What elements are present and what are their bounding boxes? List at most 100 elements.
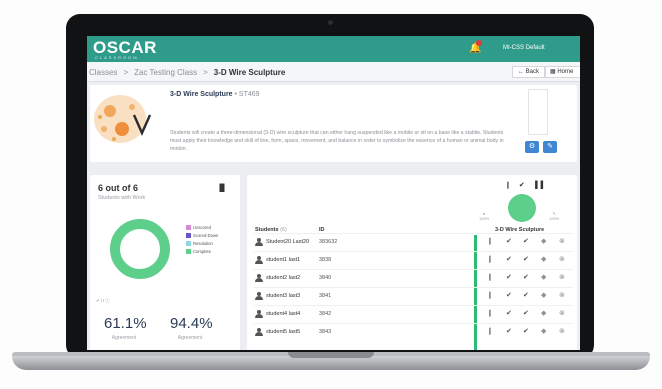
legend-item: Unscored [186, 223, 218, 231]
check-icon[interactable]: ✔ [519, 182, 528, 189]
stats-footer-note: ✔ i t ⓘ [96, 298, 110, 303]
assignment-description: Students will create a three-dimensional… [170, 130, 504, 152]
double-check-icon[interactable]: ✔ [523, 291, 529, 299]
shield-icon[interactable]: ◆ [541, 237, 546, 245]
students-table-card: ❙ ✔ ▐▌ ● 100% ✎ 100% Students (6) ID 3-D W… [247, 175, 577, 350]
mini-stat-right: ✎ 100% [549, 211, 559, 221]
preview-box [528, 89, 548, 135]
close-circle-icon[interactable]: ⊗ [559, 309, 565, 317]
student-id: 3842 [319, 311, 332, 317]
file-icon[interactable]: ❙ [505, 182, 514, 189]
legend-label: Complete [193, 248, 211, 254]
check-icon[interactable]: ✔ [506, 327, 512, 335]
check-icon[interactable]: ✔ [506, 309, 512, 317]
shield-icon[interactable]: ◆ [541, 273, 546, 281]
bar-chart-icon[interactable]: ▐▌ [217, 185, 227, 192]
agreement-percent-2: 94.4% [170, 315, 213, 332]
document-icon[interactable]: ❙ [487, 255, 493, 263]
user-menu[interactable]: MI-CSS Default [503, 45, 545, 51]
double-check-icon[interactable]: ✔ [523, 255, 529, 263]
check-icon[interactable]: ✔ [506, 237, 512, 245]
status-donut-chart [110, 219, 170, 279]
app-logo[interactable]: OSCAR [93, 39, 157, 56]
mini-stat-left: ● 100% [479, 211, 489, 221]
student-name[interactable]: student3 last3 [266, 293, 300, 300]
laptop-frame: OSCAR CLASSROOM 🔔 MI-CSS Default Classes… [0, 0, 662, 389]
document-icon[interactable]: ❙ [487, 309, 493, 317]
home-button[interactable]: ▦ Home [545, 66, 580, 78]
document-icon[interactable]: ❙ [487, 291, 493, 299]
mini-stat-left-value: 100% [479, 216, 490, 221]
students-count: 6 out of 6 [98, 183, 138, 193]
assignment-title-text: 3-D Wire Sculpture [170, 91, 233, 98]
legend-label: Scored-Down [193, 232, 219, 238]
close-circle-icon[interactable]: ⊗ [559, 327, 565, 335]
double-check-icon[interactable]: ✔ [523, 237, 529, 245]
legend-item: Resolution [186, 239, 218, 247]
shield-icon[interactable]: ◆ [541, 327, 546, 335]
breadcrumb-classes[interactable]: Classes [89, 68, 117, 77]
shield-icon[interactable]: ◆ [541, 309, 546, 317]
document-icon[interactable]: ❙ [487, 273, 493, 281]
student-name[interactable]: student5 last5 [266, 329, 300, 336]
close-circle-icon[interactable]: ⊗ [559, 237, 565, 245]
student-name[interactable]: student1 last1 [266, 257, 300, 264]
close-circle-icon[interactable]: ⊗ [559, 291, 565, 299]
student-id: 383632 [319, 239, 338, 245]
legend-swatch [186, 224, 191, 230]
double-check-icon[interactable]: ✔ [523, 273, 529, 281]
student-id: 3840 [319, 275, 332, 281]
app-logo-subtitle: CLASSROOM [95, 55, 139, 60]
document-icon[interactable]: ❙ [487, 327, 493, 335]
legend-swatch [186, 248, 191, 254]
student-name[interactable]: student2 last2 [266, 275, 300, 282]
table-view-icons[interactable]: ❙ ✔ ▐▌ [505, 181, 549, 189]
breadcrumb-class[interactable]: Zac Testing Class [134, 68, 197, 77]
breadcrumb: Classes > Zac Testing Class >3-D Wire Sculp… [89, 68, 286, 77]
table-row[interactable]: student1 last1 3838 ❙ ✔ ✔ ◆ ⊗ [253, 251, 573, 269]
notification-badge [476, 40, 482, 46]
pie-complete-slice [508, 194, 536, 222]
double-check-icon[interactable]: ✔ [523, 309, 529, 317]
legend-item: Complete [186, 247, 218, 255]
student-id: 3838 [319, 257, 332, 263]
chart-icon[interactable]: ▐▌ [533, 182, 549, 189]
students-with-work-label: Students with Work [98, 195, 146, 201]
link-button[interactable]: ⚙ [525, 141, 539, 153]
laptop-base [12, 356, 650, 370]
user-icon [255, 328, 263, 337]
assignment-thumbnail [94, 95, 152, 143]
close-circle-icon[interactable]: ⊗ [559, 273, 565, 281]
table-row[interactable]: student2 last2 3840 ❙ ✔ ✔ ◆ ⊗ [253, 269, 573, 287]
user-icon [255, 274, 263, 283]
donut-complete-slice [110, 219, 170, 279]
check-icon[interactable]: ✔ [506, 273, 512, 281]
legend-item: Scored-Down [186, 231, 218, 239]
table-row[interactable]: student4 last4 3842 ❙ ✔ ✔ ◆ ⊗ [253, 305, 573, 323]
table-row[interactable]: student5 last5 3843 ❙ ✔ ✔ ◆ ⊗ [253, 323, 573, 341]
shield-icon[interactable]: ◆ [541, 291, 546, 299]
table-row[interactable]: Student20 Last20 383632 ❙ ✔ ✔ ◆ ⊗ [253, 233, 573, 251]
assignment-code: • ST469 [234, 91, 260, 98]
document-icon[interactable]: ❙ [487, 237, 493, 245]
check-icon[interactable]: ✔ [506, 255, 512, 263]
back-button-label: Back [525, 69, 540, 75]
double-check-icon[interactable]: ✔ [523, 327, 529, 335]
shield-icon[interactable]: ◆ [541, 255, 546, 263]
top-navbar: OSCAR CLASSROOM 🔔 MI-CSS Default [87, 36, 580, 62]
table-row[interactable]: student3 last3 3841 ❙ ✔ ✔ ◆ ⊗ [253, 287, 573, 305]
laptop-notch [288, 352, 374, 358]
student-name[interactable]: student4 last4 [266, 311, 300, 318]
student-id: 3843 [319, 329, 332, 335]
back-button[interactable]: ← Back [512, 66, 546, 78]
close-circle-icon[interactable]: ⊗ [559, 255, 565, 263]
completion-pie [508, 194, 536, 222]
check-icon[interactable]: ✔ [506, 291, 512, 299]
legend-label: Unscored [193, 224, 211, 230]
donut-legend: Unscored Scored-Down Resolution Complete [186, 223, 218, 255]
assignment-card: 3-D Wire Sculpture • ST469 Students will… [90, 85, 577, 162]
assignment-title: 3-D Wire Sculpture • ST469 [170, 91, 260, 98]
student-name[interactable]: Student20 Last20 [266, 239, 309, 246]
edit-button[interactable]: ✎ [543, 141, 557, 153]
student-id: 3841 [319, 293, 332, 299]
